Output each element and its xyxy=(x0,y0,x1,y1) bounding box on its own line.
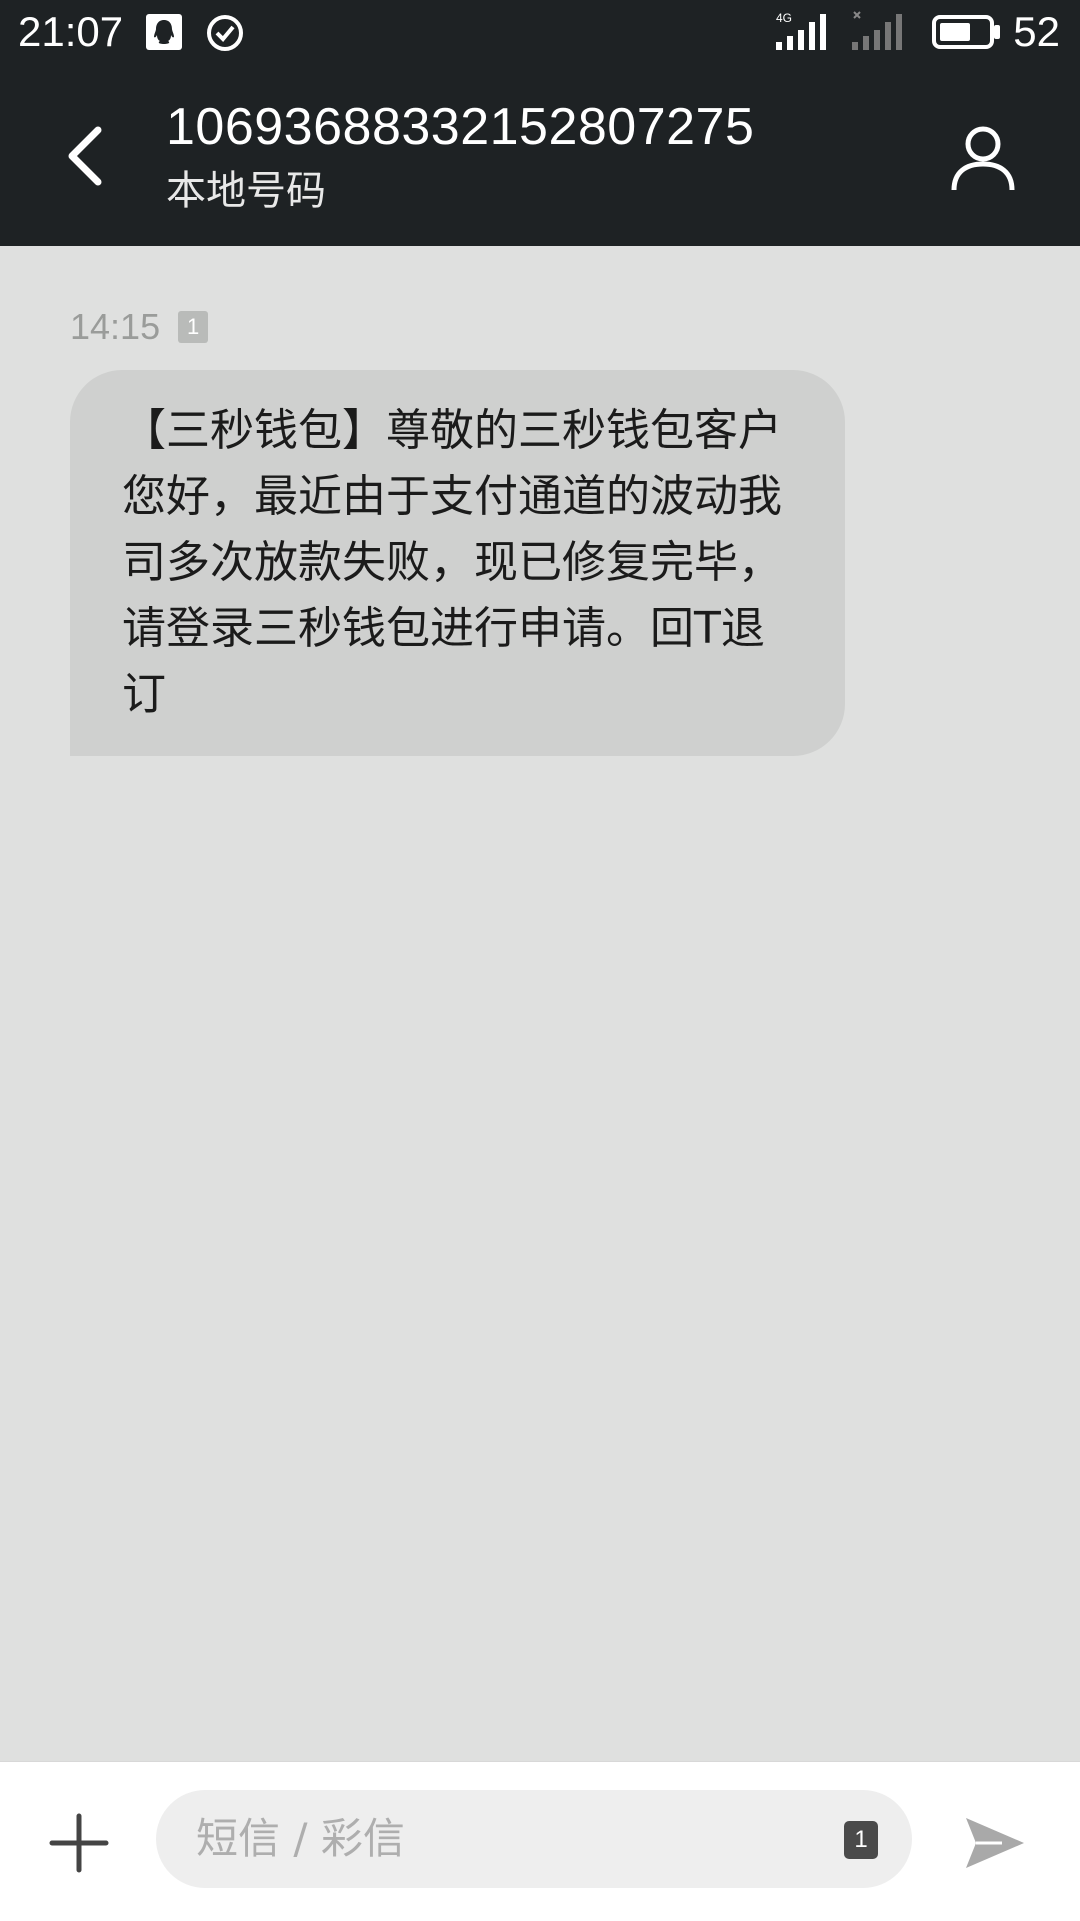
message-input-placeholder: 短信 / 彩信 xyxy=(196,1814,405,1863)
network-label: 4G xyxy=(776,11,792,25)
send-button[interactable] xyxy=(962,1810,1028,1876)
message-meta: 14:15 1 xyxy=(70,306,209,348)
check-circle-icon xyxy=(206,14,244,56)
message-time: 14:15 xyxy=(70,306,161,347)
add-attachment-button[interactable] xyxy=(48,1812,110,1874)
qq-icon xyxy=(146,14,182,54)
message-list[interactable]: 14:15 1 【三秒钱包】尊敬的三秒钱包客户您好，最近由于支付通道的波动我司多… xyxy=(0,246,1080,1761)
sim-badge: 1 xyxy=(178,311,209,343)
battery-percentage: 52 xyxy=(1013,8,1060,55)
signal-4g-icon: 4G xyxy=(776,10,834,56)
person-icon xyxy=(951,126,1015,191)
chevron-left-icon xyxy=(68,126,102,186)
contact-button[interactable] xyxy=(948,124,1018,194)
back-button[interactable] xyxy=(58,124,118,188)
send-icon xyxy=(966,1818,1024,1868)
status-bar: 21:07 4G 52 xyxy=(0,0,1080,64)
battery-icon xyxy=(932,14,1002,54)
contact-label: 本地号码 xyxy=(166,168,326,214)
status-time: 21:07 xyxy=(18,8,124,55)
sim-select-button[interactable]: 1 xyxy=(844,1821,878,1859)
plus-icon xyxy=(49,1813,109,1873)
composer-bar: 短信 / 彩信 1 xyxy=(0,1761,1080,1921)
contact-number: 1069368833215280727​5 xyxy=(166,98,755,156)
signal-no-sim-icon xyxy=(852,10,910,56)
conversation-header: 1069368833215280727​5 本地号码 xyxy=(0,64,1080,246)
message-bubble[interactable]: 【三秒钱包】尊敬的三秒钱包客户您好，最近由于支付通道的波动我司多次放款失败，现已… xyxy=(70,370,845,756)
message-text: 【三秒钱包】尊敬的三秒钱包客户您好，最近由于支付通道的波动我司多次放款失败，现已… xyxy=(122,405,782,720)
message-input[interactable]: 短信 / 彩信 1 xyxy=(156,1790,912,1888)
